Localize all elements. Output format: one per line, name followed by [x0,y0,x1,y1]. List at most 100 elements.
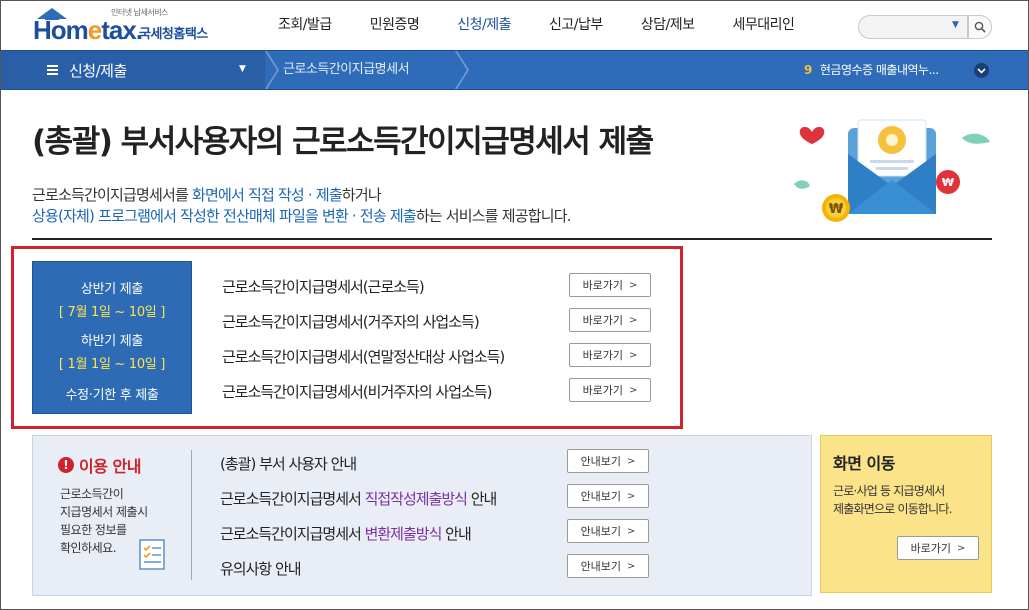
screen-move-title: 화면 이동 [833,454,895,473]
guide-highlight: 직접작성제출방식 [364,490,468,508]
description-highlight: 상용(자체) 프로그램에서 작성한 전산매체 파일을 변환 · 전송 제출 [32,207,417,225]
go-button-yearend-business[interactable]: 바로가기 > [569,343,651,367]
envelope-illustration: ₩ ₩ [794,119,990,222]
guide-text: 근로소득간이지급명세서 [220,490,365,508]
usage-guide-title: 이용 안내 [79,457,141,476]
checklist-icon [139,539,165,570]
screen-move-text: 근로·사업 등 지급명세서 제출화면으로 이동합니다. [833,482,952,518]
guide-item-label: 근로소득간이지급명세서 직접작성제출방식 안내 [220,488,498,509]
description-line-2: 상용(자체) 프로그램에서 작성한 전산매체 파일을 변환 · 전송 제출하는 … [32,206,572,227]
page-title: (총괄) 부서사용자의 근로소득간이지급명세서 제출 [32,124,654,160]
chevron-right-icon: > [629,314,638,326]
logo-wordmark: Hometax. [33,15,143,46]
hometax-logo[interactable]: 인터넷 납세서비스 Hometax. 국세청홈택스 [33,7,223,47]
breadcrumb-separator-icon [455,51,469,89]
submit-item: 근로소득간이지급명세서(연말정산대상 사업소득) 바로가기 > [222,343,652,369]
chevron-right-icon: > [627,560,636,572]
nav-item-report-pay[interactable]: 신고/납부 [530,1,622,50]
caret-down-icon: ▼ [239,64,246,74]
view-guide-label: 안내보기 [580,455,622,468]
submit-item: 근로소득간이지급명세서(근로소득) 바로가기 > [222,273,652,299]
usage-guide-line: 필요한 정보를 [60,523,127,537]
submit-item-label: 근로소득간이지급명세서(거주자의 사업소득) [222,313,480,331]
guide-text: 안내 [441,525,472,543]
svg-text:₩: ₩ [829,202,844,217]
search-dropdown-icon[interactable]: ▼ [952,20,959,30]
view-guide-label: 안내보기 [580,490,622,503]
location-menu-label: 신청/제출 [69,61,127,80]
breadcrumb-separator-icon [265,51,279,89]
guide-item-label: (총괄) 부서 사용자 안내 [220,453,357,474]
guide-item-label: 유의사항 안내 [220,558,302,579]
first-half-label: 상반기 제출 [80,282,144,297]
notice-ticker[interactable]: 9 현금영수증 매출내역누... [804,51,939,89]
nav-item-apply-submit[interactable]: 신청/제출 [438,1,530,50]
go-button-label: 바로가기 [582,384,624,397]
late-submission-label: 수정·기한 후 제출 [65,388,159,403]
guide-text: 근로소득간이지급명세서 [220,525,365,543]
submit-item-label: 근로소득간이지급명세서(연말정산대상 사업소득) [222,348,505,366]
page-description: 근로소득간이지급명세서를 화면에서 직접 작성 · 제출하거나 상용(자체) 프… [32,185,572,227]
logo-wordmark-part3: tax. [101,15,143,45]
chevron-right-icon: > [629,384,638,396]
search-box: ▼ [858,15,992,39]
nav-item-certificate[interactable]: 민원증명 [351,1,439,50]
view-guide-button-conversion[interactable]: 안내보기 > [567,519,649,543]
guide-text: 안내 [466,490,498,508]
guide-text: (총괄) 부서 사용자 안내 [220,455,357,473]
description-line-1: 근로소득간이지급명세서를 화면에서 직접 작성 · 제출하거나 [32,185,571,206]
guide-item: 근로소득간이지급명세서 직접작성제출방식 안내 안내보기 > [220,484,650,510]
guide-highlight: 변환제출방식 [364,525,443,543]
notice-number: 9 [804,63,812,77]
location-bar: 신청/제출 ▼ 근로소득간이지급명세서 9 현금영수증 매출내역누... [1,50,1028,90]
usage-guide-text: 근로소득간이 지급명세서 제출시 필요한 정보를 확인하세요. [60,485,148,557]
submit-item: 근로소득간이지급명세서(비거주자의 사업소득) 바로가기 > [222,378,652,404]
chevron-down-icon [977,67,986,74]
usage-guide-heading: ! 이용 안내 [58,453,141,477]
second-half-label: 하반기 제출 [80,334,144,349]
usage-guide-line: 확인하세요. [60,541,117,555]
description-text: 하는 서비스를 제공합니다. [415,207,572,225]
go-button-resident-business[interactable]: 바로가기 > [569,308,651,332]
breadcrumb-current[interactable]: 근로소득간이지급명세서 [283,51,410,89]
panel-divider [191,450,192,580]
submit-item-label: 근로소득간이지급명세서(근로소득) [222,278,425,296]
description-text: 하거나 [341,186,382,204]
first-half-date: [ 7월 1일 ~ 10일 ] [58,305,166,320]
go-button-earned-income[interactable]: 바로가기 > [569,273,651,297]
view-guide-button-direct[interactable]: 안내보기 > [567,484,649,508]
second-half-date: [ 1월 1일 ~ 10일 ] [58,357,166,372]
submission-period-box: 상반기 제출 [ 7월 1일 ~ 10일 ] 하반기 제출 [ 1월 1일 ~ … [32,261,192,414]
chevron-right-icon: > [629,279,638,291]
notice-expand-button[interactable] [974,63,989,78]
screen-move-line: 제출화면으로 이동합니다. [833,502,952,516]
go-button-label: 바로가기 [582,314,624,327]
svg-text:₩: ₩ [942,176,954,189]
chevron-right-icon: > [627,490,636,502]
search-button[interactable] [968,15,992,39]
chevron-right-icon: > [627,525,636,537]
screen-move-go-button[interactable]: 바로가기 > [897,536,979,560]
view-guide-button-dept-user[interactable]: 안내보기 > [567,449,649,473]
nav-item-consult[interactable]: 상담/제보 [622,1,714,50]
go-button-label: 바로가기 [582,349,624,362]
guide-item: 유의사항 안내 안내보기 > [220,554,650,580]
go-button-label: 바로가기 [582,279,624,292]
usage-guide-line: 지급명세서 제출시 [60,505,148,519]
location-menu-toggle[interactable]: 신청/제출 ▼ [1,51,265,89]
hamburger-icon [47,65,58,75]
warning-icon: ! [58,457,74,473]
screen-move-line: 근로·사업 등 지급명세서 [833,484,945,498]
usage-guide-line: 근로소득간이 [60,487,124,501]
go-button-nonresident-business[interactable]: 바로가기 > [569,378,651,402]
logo-wordmark-part1: Hom [33,15,89,45]
logo-korean: 국세청홈택스 [139,27,208,42]
view-guide-button-notes[interactable]: 안내보기 > [567,554,649,578]
description-highlight: 화면에서 직접 작성 · 제출 [191,186,343,204]
chevron-right-icon: > [627,455,636,467]
view-guide-label: 안내보기 [580,560,622,573]
guide-item: 근로소득간이지급명세서 변환제출방식 안내 안내보기 > [220,519,650,545]
guide-item-label: 근로소득간이지급명세서 변환제출방식 안내 [220,523,472,544]
nav-item-tax-agent[interactable]: 세무대리인 [714,1,814,50]
nav-item-inquiry[interactable]: 조회/발급 [259,1,351,50]
